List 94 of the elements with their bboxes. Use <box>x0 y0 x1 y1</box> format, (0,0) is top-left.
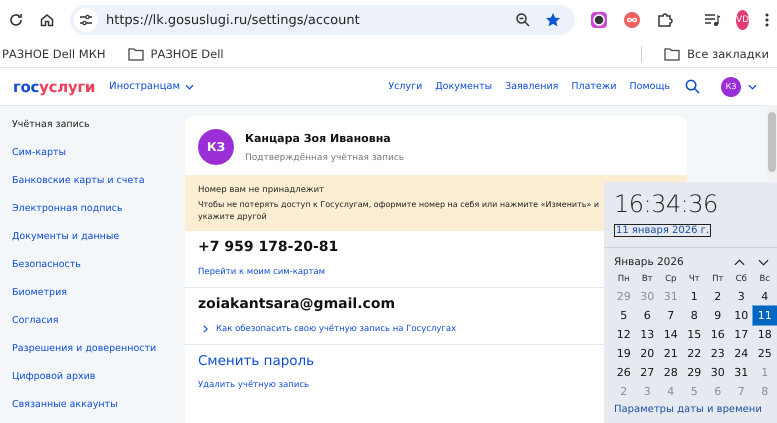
calendar-day[interactable]: 16 <box>706 325 730 344</box>
profile-avatar: КЗ <box>198 129 234 165</box>
chevron-down-icon[interactable] <box>758 258 769 266</box>
chevron-up-icon[interactable] <box>734 258 745 266</box>
extension-icon[interactable] <box>590 11 608 29</box>
calendar-day[interactable]: 23 <box>706 344 730 363</box>
site-logo[interactable]: госуслуги <box>13 78 96 96</box>
weekday-label: Вт <box>640 273 654 286</box>
email-address: zoiakantsara@gmail.com <box>198 296 396 312</box>
scrollbar[interactable] <box>767 105 777 181</box>
zoom-icon[interactable] <box>515 12 531 28</box>
calendar-day[interactable]: 20 <box>636 344 659 363</box>
calendar-day[interactable]: 29 <box>682 363 706 382</box>
calendar-day[interactable]: 12 <box>612 325 636 344</box>
calendar-day[interactable]: 14 <box>659 325 682 344</box>
calendar-day[interactable]: 10 <box>730 306 753 325</box>
chevron-right-icon <box>203 325 208 333</box>
profile-avatar[interactable]: VD <box>736 10 750 30</box>
region-dropdown[interactable]: Иностранцам <box>109 81 194 92</box>
calendar-day[interactable]: 11 <box>753 306 776 325</box>
calendar-day[interactable]: 30 <box>706 363 730 382</box>
nav-link[interactable]: Услуги <box>388 81 422 92</box>
sidebar-item[interactable]: Цифровой архив <box>12 368 185 396</box>
calendar-day[interactable]: 8 <box>682 306 706 325</box>
sidebar-item[interactable]: Разрешения и доверенности <box>12 340 185 368</box>
date-link[interactable]: 11 января 2026 г. <box>614 224 712 237</box>
url-text: https://lk.gosuslugi.ru/settings/account <box>106 12 361 28</box>
nav-link[interactable]: Заявления <box>505 81 558 92</box>
calendar-day[interactable]: 15 <box>682 325 706 344</box>
clock-time: 16:34:36 <box>614 190 719 218</box>
star-icon[interactable] <box>545 12 561 28</box>
nav-link[interactable]: Платежи <box>571 81 617 92</box>
phone-number: +7 959 178-20-81 <box>198 239 338 255</box>
calendar-day[interactable]: 24 <box>730 344 753 363</box>
sim-cards-link[interactable]: Перейти к моим сим-картам <box>198 267 326 277</box>
date-settings-link[interactable]: Параметры даты и времени <box>614 404 762 415</box>
chevron-down-icon[interactable] <box>748 84 757 90</box>
warning-title: Номер вам не принадлежит <box>198 185 326 195</box>
weekday-label: Пн <box>616 273 631 286</box>
calendar-day[interactable]: 6 <box>636 306 659 325</box>
search-icon[interactable] <box>685 79 700 94</box>
security-link[interactable]: Как обезопасить свою учётную запись на Госуслугах <box>198 324 456 334</box>
sidebar-item[interactable]: Биометрия <box>12 284 185 312</box>
weekday-label: Вс <box>758 273 771 286</box>
calendar-day[interactable]: 4 <box>753 287 776 306</box>
account-status: Подтверждённая учётная запись <box>245 152 404 162</box>
bookmark[interactable]: РАЗНОЕ Dell МКН <box>2 46 106 60</box>
address-bar[interactable]: https://lk.gosuslugi.ru/settings/account <box>70 5 575 35</box>
sidebar-item[interactable]: Электронная подпись <box>12 200 185 228</box>
weekday-label: Сб <box>734 273 748 286</box>
sidebar-item[interactable]: Сим-карты <box>12 144 185 172</box>
menu-icon[interactable] <box>764 12 770 28</box>
calendar-day[interactable]: 27 <box>636 363 659 382</box>
month-title: Январь 2026 <box>614 256 685 268</box>
calendar-day[interactable]: 19 <box>612 344 636 363</box>
weekday-label: Чт <box>688 273 701 286</box>
user-name: Канцара Зоя Ивановна <box>245 132 392 144</box>
puzzle-icon[interactable] <box>656 11 674 29</box>
reload-icon[interactable] <box>8 12 24 28</box>
sidebar-item[interactable]: Связанные аккаунты <box>12 396 185 423</box>
site-settings-icon[interactable] <box>74 8 98 32</box>
all-bookmarks[interactable]: Все закладки <box>664 46 769 60</box>
calendar-day[interactable]: 17 <box>730 325 753 344</box>
weekday-label: Пт <box>711 273 724 286</box>
nav-link[interactable]: Помощь <box>630 81 670 92</box>
calendar-day[interactable]: 18 <box>753 325 776 344</box>
delete-account-link[interactable]: Удалить учётную запись <box>198 380 310 390</box>
calendar-day[interactable]: 2 <box>706 287 730 306</box>
calendar-day[interactable]: 28 <box>659 363 682 382</box>
folder-icon <box>664 46 680 60</box>
sidebar-item[interactable]: Учётная запись <box>12 116 185 144</box>
user-avatar[interactable]: КЗ <box>721 76 741 96</box>
calendar-day[interactable]: 21 <box>659 344 682 363</box>
calendar-day[interactable]: 3 <box>730 287 753 306</box>
calendar-day[interactable]: 9 <box>706 306 730 325</box>
calendar-day[interactable]: 22 <box>682 344 706 363</box>
calendar-day[interactable]: 26 <box>612 363 636 382</box>
calendar-day[interactable]: 13 <box>636 325 659 344</box>
home-icon[interactable] <box>39 12 55 28</box>
sidebar-item[interactable]: Банковские карты и счета <box>12 172 185 200</box>
sidebar-item[interactable]: Безопасность <box>12 256 185 284</box>
calendar-day[interactable]: 1 <box>682 287 706 306</box>
calendar-day[interactable]: 7 <box>659 306 682 325</box>
sidebar-item[interactable]: Согласия <box>12 312 185 340</box>
calendar-day[interactable]: 31 <box>730 363 753 382</box>
nav-link[interactable]: Документы <box>435 81 492 92</box>
change-password-link[interactable]: Сменить пароль <box>198 353 314 369</box>
sidebar-item[interactable]: Документы и данные <box>12 228 185 256</box>
calendar-day[interactable]: 25 <box>753 344 776 363</box>
chevron-down-icon <box>185 84 194 90</box>
bookmark[interactable]: РАЗНОЕ Dell <box>128 46 224 60</box>
calendar-day[interactable]: 5 <box>612 306 636 325</box>
warning-text: Чтобы не потерять доступ к Госуслугам, оформите номер на себя или нажмите «Изменить» и укажите другой <box>198 199 600 223</box>
weekday-label: Ср <box>664 273 678 286</box>
